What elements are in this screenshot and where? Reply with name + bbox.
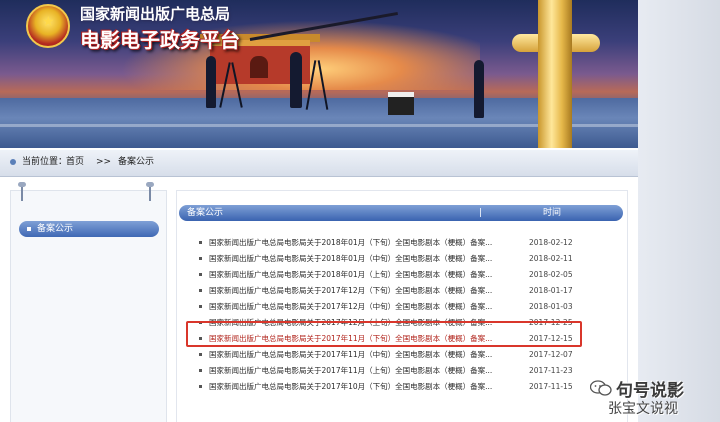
list-item-title-link[interactable]: 国家新闻出版广电总局电影局关于2018年01月（下旬）全国电影剧本（梗概）备案.… (209, 237, 492, 248)
sidebar-bullet-icon (27, 227, 31, 231)
list-item-title-link[interactable]: 国家新闻出版广电总局电影局关于2017年11月（上旬）全国电影剧本（梗概）备案.… (209, 365, 492, 376)
sidebar-pin-left-icon (18, 182, 26, 201)
banner-gate-door (250, 56, 268, 78)
clapperboard-icon (388, 92, 414, 115)
org-name: 国家新闻出版广电总局 (80, 5, 231, 23)
list-item-date: 2017-11-23 (529, 366, 573, 375)
list-bullet-icon (199, 385, 202, 388)
list-item: 国家新闻出版广电总局电影局关于2018年01月（中旬）全国电影剧本（梗概）备案.… (191, 251, 621, 267)
list-item-date: 2017-12-07 (529, 350, 573, 359)
breadcrumb-label: 当前位置： (22, 157, 68, 167)
header-banner: ★ 国家新闻出版广电总局 电影电子政务平台 (0, 0, 638, 148)
list-item: 国家新闻出版广电总局电影局关于2018年01月（上旬）全国电影剧本（梗概）备案.… (191, 267, 621, 283)
list-item-title-link[interactable]: 国家新闻出版广电总局电影局关于2017年11月（中旬）全国电影剧本（梗概）备案.… (209, 349, 492, 360)
list-header-separator: | (479, 208, 483, 218)
list-bullet-icon (199, 305, 202, 308)
list-item: 国家新闻出版广电总局电影局关于2017年11月（上旬）全国电影剧本（梗概）备案.… (191, 363, 621, 379)
national-emblem-icon: ★ (26, 4, 70, 48)
list-title: 备案公示 (187, 208, 224, 218)
boom-operator-figure (474, 60, 484, 118)
list-item-title-link[interactable]: 国家新闻出版广电总局电影局关于2018年01月（上旬）全国电影剧本（梗概）备案.… (209, 269, 492, 280)
breadcrumb-home-link[interactable]: 首页 (66, 156, 84, 168)
watermark-subtitle: 张宝文说视 (608, 401, 678, 417)
list-time-header: 时间 (543, 208, 562, 218)
page-margin-right (638, 0, 720, 422)
list-item-title-link[interactable]: 国家新闻出版广电总局电影局关于2018年01月（中旬）全国电影剧本（梗概）备案.… (209, 253, 492, 264)
list-item-title-link[interactable]: 国家新闻出版广电总局电影局关于2017年10月（下旬）全国电影剧本（梗概）备案.… (209, 381, 492, 392)
sidebar-item-label: 备案公示 (37, 224, 74, 234)
breadcrumb-separator: >> (96, 157, 112, 167)
cameraman-figure-left (206, 56, 216, 108)
sidebar: 备案公示 (10, 182, 167, 422)
sidebar-pin-right-icon (146, 182, 154, 201)
list-item-title-link[interactable]: 国家新闻出版广电总局电影局关于2017年12月（中旬）全国电影剧本（梗概）备案.… (209, 301, 492, 312)
huabiao-pillar (538, 0, 572, 148)
filing-list-panel: 备案公示 | 时间 国家新闻出版广电总局电影局关于2018年01月（下旬）全国电… (176, 190, 628, 422)
list-item-date: 2018-02-05 (529, 270, 573, 279)
list-bullet-icon (199, 289, 202, 292)
sidebar-item-filing-notice[interactable]: 备案公示 (19, 221, 159, 237)
list-item-date: 2018-02-11 (529, 254, 573, 263)
list-item-date: 2018-01-17 (529, 286, 573, 295)
list-item-date: 2017-11-15 (529, 382, 573, 391)
highlight-annotation-box (186, 321, 582, 347)
list-item: 国家新闻出版广电总局电影局关于2017年10月（下旬）全国电影剧本（梗概）备案.… (191, 379, 621, 395)
list-item: 国家新闻出版广电总局电影局关于2017年12月（中旬）全国电影剧本（梗概）备案.… (191, 299, 621, 315)
breadcrumb: 当前位置： 首页 >> 备案公示 (0, 150, 638, 177)
list-bullet-icon (199, 353, 202, 356)
list-item: 国家新闻出版广电总局电影局关于2017年11月（中旬）全国电影剧本（梗概）备案.… (191, 347, 621, 363)
emblem-star-icon: ★ (42, 14, 55, 30)
platform-name: 电影电子政务平台 (80, 28, 240, 52)
breadcrumb-dot-icon (10, 159, 16, 165)
list-bullet-icon (199, 241, 202, 244)
list-item: 国家新闻出版广电总局电影局关于2018年01月（下旬）全国电影剧本（梗概）备案.… (191, 235, 621, 251)
wechat-logo-icon (590, 380, 612, 396)
list-bullet-icon (199, 273, 202, 276)
cameraman-figure-center (290, 52, 302, 108)
breadcrumb-current: 备案公示 (118, 157, 155, 167)
list-bullet-icon (199, 369, 202, 372)
list-bullet-icon (199, 257, 202, 260)
list-item-date: 2018-01-03 (529, 302, 573, 311)
list-header: 备案公示 | 时间 (179, 205, 623, 221)
page: ★ 国家新闻出版广电总局 电影电子政务平台 当前位置： 首页 >> 备案公示 备… (0, 0, 638, 422)
list-item-title-link[interactable]: 国家新闻出版广电总局电影局关于2017年12月（下旬）全国电影剧本（梗概）备案.… (209, 285, 492, 296)
list-item-date: 2018-02-12 (529, 238, 573, 247)
list-item: 国家新闻出版广电总局电影局关于2017年12月（下旬）全国电影剧本（梗概）备案.… (191, 283, 621, 299)
